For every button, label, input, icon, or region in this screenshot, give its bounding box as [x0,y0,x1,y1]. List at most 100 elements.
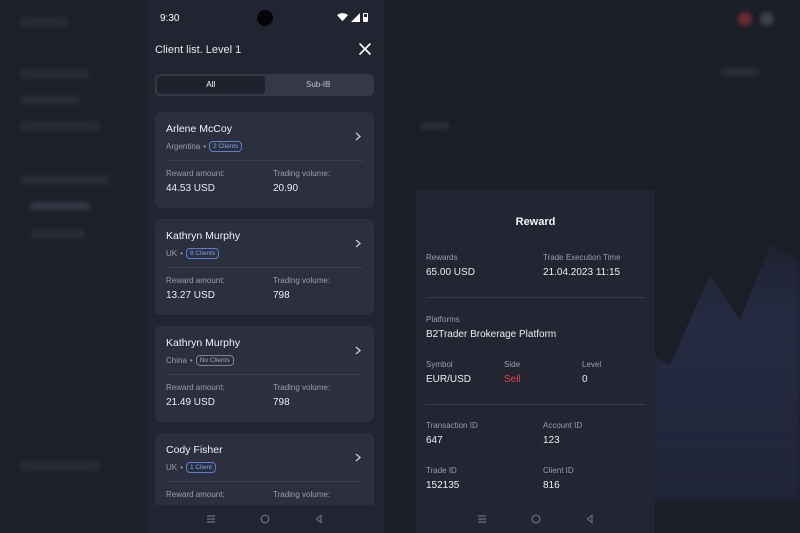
close-icon[interactable] [358,42,372,56]
background-menu-item [20,70,90,78]
account-id-value: 123 [543,435,560,446]
client-meta: China • No Clients [166,355,363,366]
menu-icon[interactable] [206,514,216,524]
background-avatar [760,12,774,26]
clients-count-badge: 1 Client [185,462,216,473]
level-value: 0 [582,374,588,385]
reward-amount-label: Reward amount: [166,276,225,285]
client-name: Kathryn Murphy [166,230,241,242]
background-menu-item [30,202,90,210]
background-menu-item [20,122,100,130]
chevron-right-icon [355,346,361,355]
transaction-id-value: 647 [426,435,443,446]
trading-volume-label: Trading volume: [273,276,331,285]
client-meta: UK • 8 Clients [166,248,363,259]
chevron-right-icon [355,239,361,248]
trade-id-label: Trade ID [426,466,457,475]
client-country: Argentina [166,142,201,151]
trading-volume-value: 798 [273,397,290,408]
trade-id-value: 152135 [426,480,460,491]
platforms-field: Platforms B2Trader Brokerage Platform [426,315,556,340]
home-icon[interactable] [260,514,270,524]
platforms-value: B2Trader Brokerage Platform [426,329,557,340]
side-label: Side [504,360,521,369]
chevron-right-icon [355,132,361,141]
client-name: Kathryn Murphy [166,337,241,349]
account-id-label: Account ID [543,421,583,430]
client-country: UK [166,249,178,258]
tab-all[interactable]: All [157,76,265,94]
home-icon[interactable] [531,514,541,524]
client-id-value: 816 [543,480,560,491]
background-text [420,122,450,130]
symbol-value: EUR/USD [426,374,472,385]
divider [166,481,363,482]
menu-icon[interactable] [477,514,487,524]
trading-volume-label: Trading volume: [273,169,331,178]
client-filter-tabs: All Sub-IB [155,74,374,96]
chevron-right-icon [355,453,361,462]
clients-count-badge: 8 Clients [185,248,220,259]
reward-title: Reward [515,216,556,228]
client-country: China [166,356,187,365]
level-label: Level [582,360,602,369]
rewards-label: Rewards [426,253,458,262]
back-icon[interactable] [585,514,595,524]
client-list: Arlene McCoy Argentina • 2 Clients Rewar… [155,112,374,533]
account-id-field: Account ID 123 [543,421,582,446]
trading-volume-label: Trading volume: [273,490,331,499]
separator-dot: • [203,142,207,151]
status-icons [337,13,368,22]
signal-icon [351,13,360,22]
clients-count-badge: 2 Clients [209,141,243,152]
symbol-label: Symbol [426,360,453,369]
client-card[interactable]: Kathryn Murphy China • No Clients Reward… [155,326,374,422]
symbol-field: Symbol EUR/USD [426,360,471,385]
background-menu-item [20,176,110,184]
rewards-field: Rewards 65.00 USD [426,253,475,278]
transaction-id-field: Transaction ID 647 [426,421,478,446]
separator-dot: • [180,249,183,258]
platforms-label: Platforms [426,315,460,324]
execution-time-label: Trade Execution Time [543,253,621,262]
client-id-field: Client ID 816 [543,466,574,491]
client-name: Arlene McCoy [166,123,232,135]
status-bar: 9:30 [145,0,384,36]
divider [166,160,363,161]
background-menu-item [30,230,85,238]
transaction-id-label: Transaction ID [426,421,478,430]
background-avatar [738,12,752,26]
reward-amount-label: Reward amount: [166,169,225,178]
client-country: UK [166,463,178,472]
execution-time-field: Trade Execution Time 21.04.2023 11:15 [543,253,621,278]
client-card[interactable]: Arlene McCoy Argentina • 2 Clients Rewar… [155,112,374,208]
execution-time-value: 21.04.2023 11:15 [543,267,621,278]
background-menu-item [20,96,80,104]
trading-volume-label: Trading volume: [273,383,331,392]
trading-volume-value: 20.90 [273,183,299,194]
background-menu-item [20,462,100,470]
divider [166,374,363,375]
client-name: Cody Fisher [166,444,223,456]
camera-notch [257,10,273,26]
tab-sub-ib[interactable]: Sub-IB [265,76,373,94]
client-meta: Argentina • 2 Clients [166,141,363,152]
system-nav-bar [416,505,655,533]
client-card[interactable]: Kathryn Murphy UK • 8 Clients Reward amo… [155,219,374,315]
reward-amount-value: 13.27 USD [166,290,215,301]
divider [426,404,645,405]
client-id-label: Client ID [543,466,574,475]
status-time: 9:30 [160,13,180,24]
panel-header: Client list. Level 1 [145,36,384,66]
level-field: Level 0 [582,360,601,385]
reward-amount-value: 21.49 USD [166,397,215,408]
side-value: Sell [504,374,521,385]
client-meta: UK • 1 Client [166,462,363,473]
background-dashboard [0,0,800,533]
divider [166,267,363,268]
reward-amount-value: 44.53 USD [166,183,215,194]
reward-details-panel: Reward Rewards 65.00 USD Trade Execution… [416,190,655,533]
back-icon[interactable] [314,514,324,524]
background-logo [20,18,68,26]
reward-amount-label: Reward amount: [166,490,225,499]
